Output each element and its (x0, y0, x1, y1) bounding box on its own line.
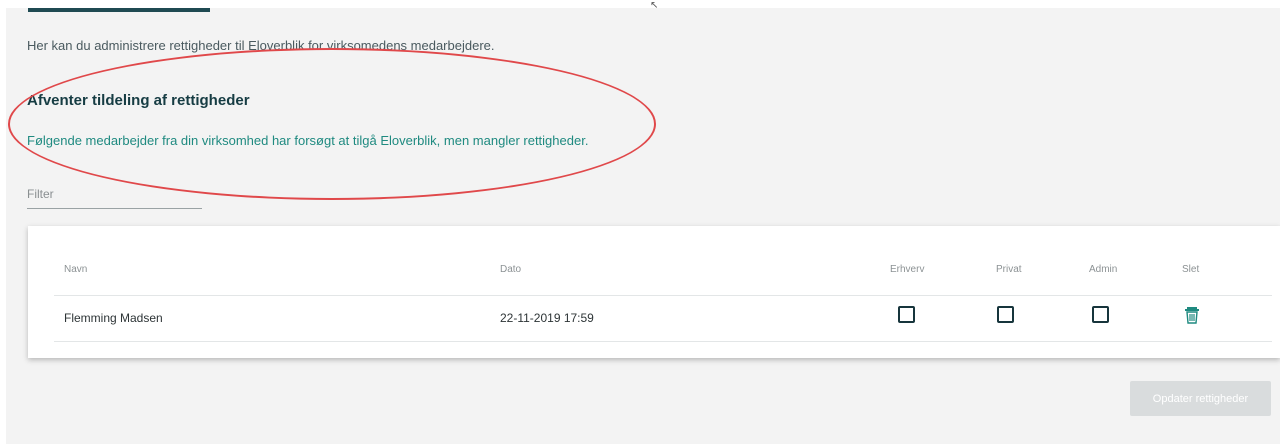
column-header-delete: Slet (1182, 264, 1200, 275)
pending-section-description: Følgende medarbejder fra din virksomhed … (27, 133, 589, 148)
trash-icon[interactable] (1184, 306, 1200, 324)
column-header-date: Dato (500, 264, 522, 275)
employee-name: Flemming Madsen (64, 311, 163, 325)
update-rights-button[interactable]: Opdater rettigheder (1130, 381, 1271, 416)
table-header-row: Navn Dato Erhverv Privat Admin Slet (28, 256, 1280, 286)
private-rights-checkbox[interactable] (997, 306, 1014, 323)
pending-section-title: Afventer tildeling af rettigheder (27, 92, 250, 109)
column-header-admin: Admin (1089, 264, 1118, 275)
table-row: Flemming Madsen 22-11-2019 17:59 (28, 296, 1280, 340)
active-tab-indicator (28, 8, 210, 12)
column-header-name: Navn (64, 264, 88, 275)
mouse-cursor-icon: ↖ (650, 0, 659, 11)
column-header-private: Privat (996, 264, 1022, 275)
request-date: 22-11-2019 17:59 (500, 311, 594, 325)
row-divider (54, 341, 1272, 342)
intro-text: Her kan du administrere rettigheder til … (27, 38, 495, 53)
business-rights-checkbox[interactable] (898, 306, 915, 323)
filter-field[interactable] (27, 182, 202, 209)
employee-rights-table: Navn Dato Erhverv Privat Admin Slet Flem… (28, 226, 1280, 358)
column-header-business: Erhverv (890, 264, 925, 275)
admin-rights-checkbox[interactable] (1092, 306, 1109, 323)
filter-input[interactable] (27, 182, 202, 206)
